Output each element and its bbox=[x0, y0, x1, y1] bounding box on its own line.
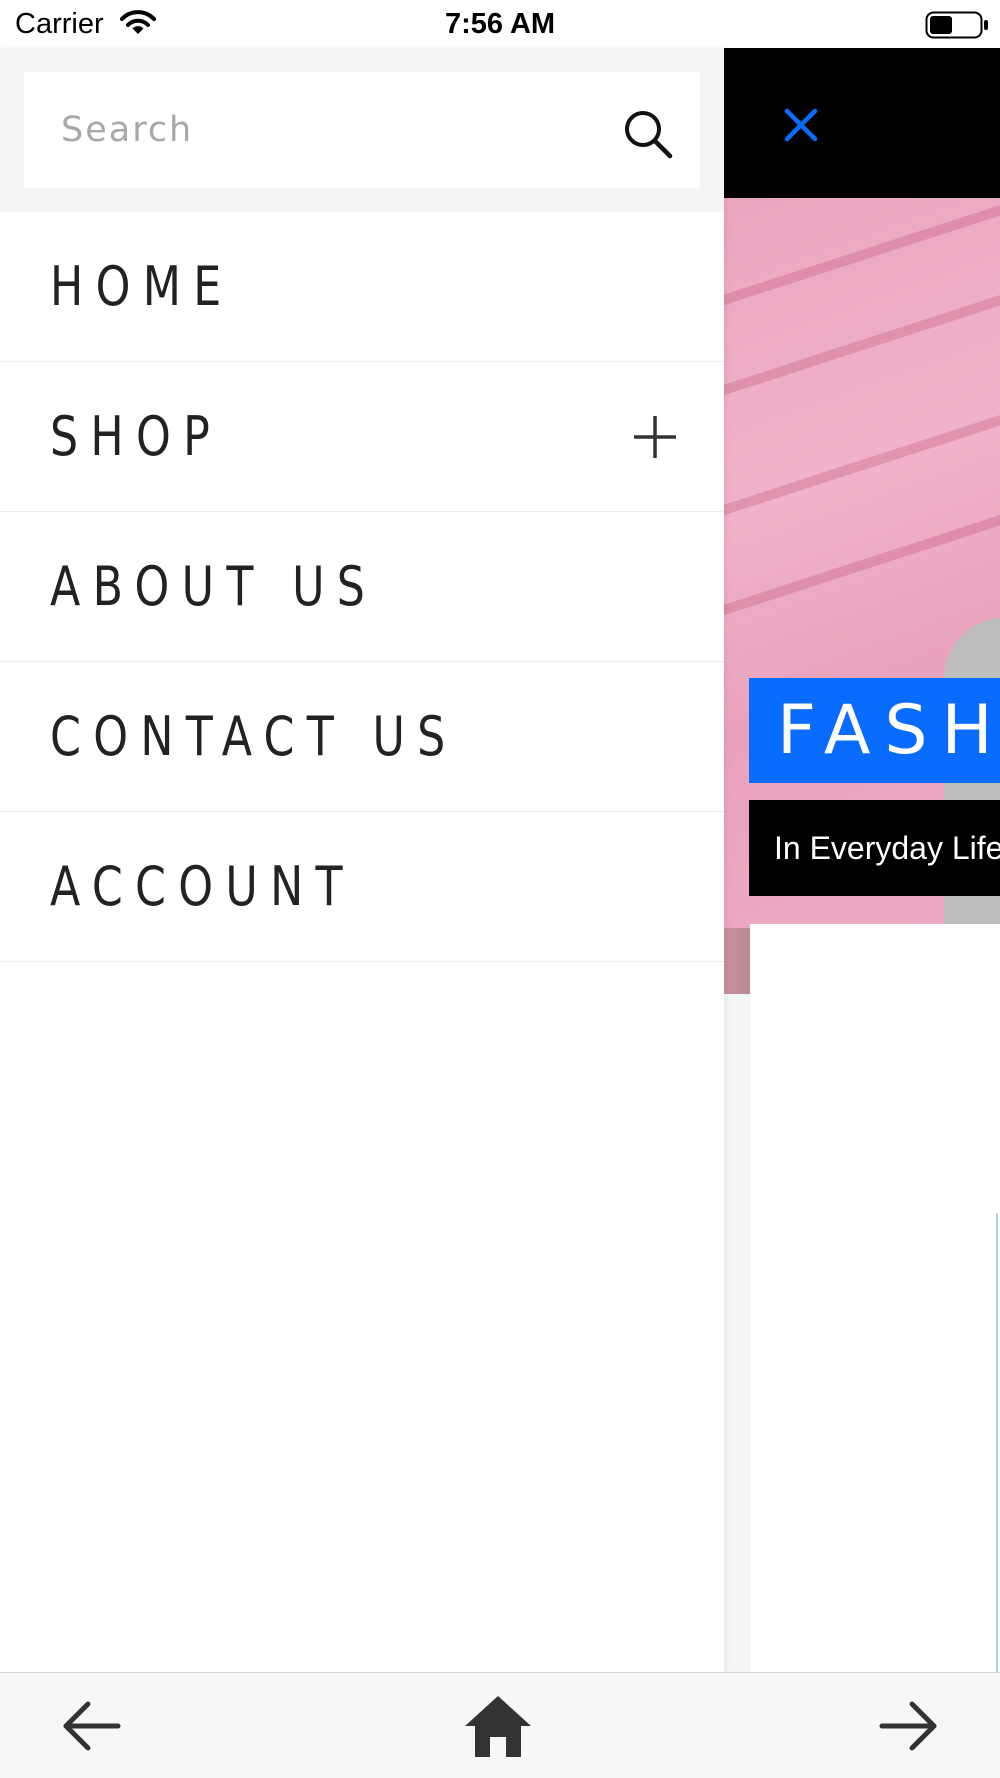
menu-item-label: ABOUT US bbox=[50, 555, 378, 618]
menu-item-shop[interactable]: SHOP bbox=[0, 362, 724, 512]
menu-item-about-us[interactable]: ABOUT US bbox=[0, 512, 724, 662]
menu-item-label: HOME bbox=[50, 255, 234, 318]
banner-title: FASHION bbox=[749, 678, 1000, 783]
search-area bbox=[0, 48, 724, 212]
plus-icon[interactable] bbox=[630, 412, 680, 462]
status-time: 7:56 AM bbox=[444, 8, 556, 40]
bottom-toolbar bbox=[0, 1672, 1000, 1778]
menu-item-account[interactable]: ACCOUNT bbox=[0, 812, 724, 962]
menu-item-contact-us[interactable]: CONTACT US bbox=[0, 662, 724, 812]
menu-item-label: ACCOUNT bbox=[50, 855, 355, 918]
search-input[interactable] bbox=[24, 72, 624, 188]
menu-item-label: CONTACT US bbox=[50, 705, 458, 768]
content-card bbox=[750, 924, 1000, 1672]
menu-list: HOME SHOP ABOUT US CONTACT US ACCOUNT bbox=[0, 212, 724, 962]
arrow-left-icon[interactable] bbox=[58, 1693, 124, 1759]
menu-item-label: SHOP bbox=[50, 405, 223, 468]
home-icon[interactable] bbox=[463, 1693, 531, 1759]
main-header bbox=[724, 48, 1000, 198]
banner-subtitle: In Everyday Life bbox=[749, 800, 1000, 896]
navigation-drawer: HOME SHOP ABOUT US CONTACT US ACCOUNT bbox=[0, 48, 724, 1672]
arrow-right-icon[interactable] bbox=[876, 1693, 942, 1759]
search-box bbox=[24, 72, 700, 188]
close-icon[interactable] bbox=[781, 105, 821, 145]
search-icon[interactable] bbox=[622, 108, 674, 160]
battery-icon bbox=[925, 11, 989, 44]
main-content: FASHION In Everyday Life bbox=[724, 48, 1000, 1672]
status-bar: Carrier 7:56 AM bbox=[0, 0, 1000, 48]
menu-item-home[interactable]: HOME bbox=[0, 212, 724, 362]
